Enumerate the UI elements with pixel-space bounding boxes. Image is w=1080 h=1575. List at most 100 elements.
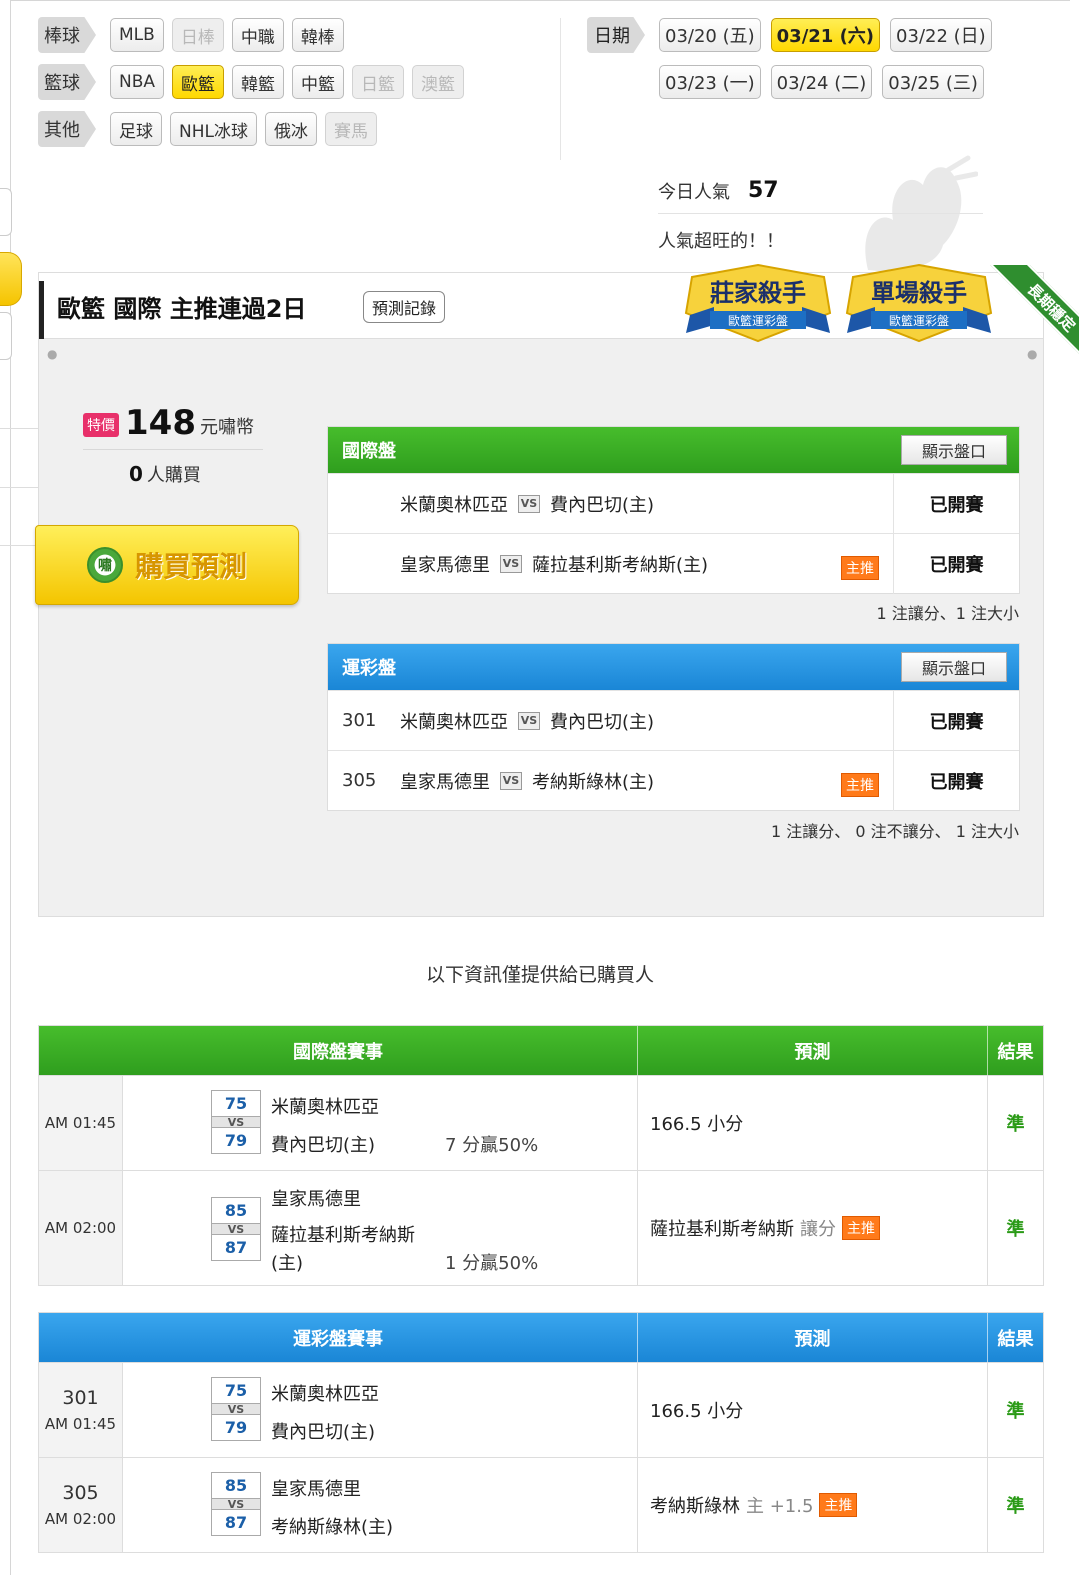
date-button[interactable]: 03/24 (二) [770, 65, 873, 99]
team-away: 皇家馬德里 [400, 554, 490, 576]
category-tag-jbl: 日籃 [352, 65, 405, 99]
date-button[interactable]: 03/23 (一) [659, 65, 761, 99]
col-header-result: 結果 [997, 1328, 1034, 1350]
intl-results-table: 國際盤賽事 預測 結果 AM 01:45 75 VS 79 米蘭奧林匹亞 費內巴… [38, 1025, 1044, 1286]
price-unit: 元嘯幣 [199, 417, 254, 438]
buyers-number: 0 [129, 462, 143, 486]
intl-odds-title: 國際盤 [342, 441, 396, 462]
game-time-text: AM 02:00 [44, 1510, 117, 1528]
win-margin: 7 分贏50% [445, 1135, 539, 1156]
team-away: 米蘭奧林匹亞 [271, 1097, 379, 1118]
category-tag-cba[interactable]: 中籃 [292, 65, 345, 99]
result-cell: 準 [988, 1363, 1043, 1457]
game-status: 已開賽 [893, 533, 1019, 594]
game-time: 305 AM 02:00 [39, 1458, 123, 1552]
team-away: 米蘭奧林匹亞 [400, 711, 508, 733]
game-time-text: AM 01:45 [44, 1114, 117, 1132]
score-box: 85 VS 87 [211, 1197, 261, 1261]
game-time: AM 01:45 [39, 1076, 123, 1170]
col-header-match: 國際盤賽事 [39, 1026, 638, 1075]
team-home-suffix: (主) [271, 1253, 304, 1274]
team-home: 考納斯綠林(主) [271, 1517, 394, 1538]
team-away: 米蘭奧林匹亞 [400, 494, 508, 516]
category-tag-nhl[interactable]: NHL冰球 [170, 112, 257, 146]
price-divider [83, 449, 263, 450]
category-tag-khl[interactable]: 俄冰 [264, 112, 317, 146]
score-home: 79 [224, 1418, 248, 1437]
table-row: 皇家馬德里 VS 薩拉基利斯考納斯(主) 主推 已開賽 [328, 533, 1019, 594]
buy-prediction-button[interactable]: 嘯 購買預測 [35, 525, 299, 605]
lottery-results-header: 運彩盤賽事 預測 結果 [39, 1313, 1043, 1362]
category-tag-euro-basketball[interactable]: 歐籃 [172, 65, 225, 99]
prediction-cell: 薩拉基利斯考納斯 讓分 主推 [638, 1171, 988, 1285]
vs-icon: VS [212, 1116, 260, 1129]
side-divider [0, 428, 40, 429]
score-home: 87 [224, 1238, 248, 1257]
pin-icon: ● [47, 347, 58, 361]
date-picker: 03/20 (五) 03/21 (六) 03/22 (日) 03/23 (一) … [659, 18, 1004, 99]
corner-ribbon: 長期穩定 [967, 265, 1079, 377]
game-status: 已開賽 [893, 750, 1019, 811]
match-teams: 皇家馬德里 VS 考納斯綠林(主) [400, 768, 893, 794]
category-tag-mlb[interactable]: MLB [110, 18, 164, 52]
prediction-record-button[interactable]: 預測記錄 [363, 291, 446, 323]
col-header-prediction: 預測 [638, 1026, 988, 1075]
main-pick-badge: 主推 [842, 1216, 880, 1240]
popularity-message: 人氣超旺的！！ [658, 231, 784, 252]
category-tag-soccer[interactable]: 足球 [110, 112, 162, 146]
buyers-label: 人購買 [146, 465, 201, 486]
lottery-odds-header: 運彩盤 顯示盤口 [328, 644, 1019, 690]
game-status: 已開賽 [893, 690, 1019, 751]
side-divider [0, 545, 40, 546]
score-home: 87 [224, 1513, 248, 1532]
vs-icon: VS [500, 554, 522, 573]
vs-icon: VS [518, 494, 540, 513]
game-number: 305 [62, 1482, 99, 1504]
coin-icon: 嘯 [86, 547, 123, 583]
table-row: 米蘭奧林匹亞 VS 費內巴切(主) 已開賽 [328, 473, 1019, 534]
vs-icon: VS [518, 711, 540, 730]
prediction-text: 166.5 小分 [650, 1401, 744, 1422]
category-tag-kbl[interactable]: 韓籃 [232, 65, 285, 99]
lottery-bet-summary: 1 注讓分、 0 注不讓分、 1 注大小 [771, 822, 1019, 841]
category-tag-cpbl[interactable]: 中職 [231, 18, 284, 52]
intl-bet-summary: 1 注讓分、1 注大小 [876, 604, 1019, 623]
intl-results-header: 國際盤賽事 預測 結果 [39, 1026, 1043, 1075]
badge1-sub: 歐籃運彩盤 [728, 313, 788, 328]
vs-icon: VS [212, 1403, 260, 1416]
result-cell: 準 [988, 1458, 1043, 1552]
popularity-count: 57 [748, 178, 779, 203]
special-price-tag: 特價 [83, 413, 119, 437]
show-odds-button[interactable]: 顯示盤口 [901, 435, 1007, 465]
side-yellow-tab[interactable] [0, 252, 22, 306]
badge2-title: 單場殺手 [871, 279, 967, 307]
date-button[interactable]: 03/22 (日) [890, 18, 992, 52]
buy-prediction-label: 購買預測 [134, 550, 247, 583]
pin-icon: ● [1027, 347, 1038, 361]
date-button[interactable]: 03/20 (五) [659, 18, 761, 52]
frame-top-border [10, 0, 1070, 1]
category-label: 籃球 [38, 64, 96, 100]
main-pick-badge: 主推 [819, 1493, 858, 1517]
match-cell: 85 VS 87 皇家馬德里 考納斯綠林(主) [123, 1458, 638, 1552]
match-teams: 米蘭奧林匹亞 VS 費內巴切(主) [400, 708, 893, 734]
table-row: 305 皇家馬德里 VS 考納斯綠林(主) 主推 已開賽 [328, 750, 1019, 811]
lottery-odds-table: 運彩盤 顯示盤口 301 米蘭奧林匹亞 VS 費內巴切(主) 已開賽 305 皇… [327, 643, 1020, 811]
table-row: 305 AM 02:00 85 VS 87 皇家馬德里 考納斯綠林(主) 考納斯… [39, 1457, 1043, 1552]
date-button[interactable]: 03/25 (三) [882, 65, 984, 99]
category-row-basketball: 籃球 NBA 歐籃 韓籃 中籃 日籃 澳籃 [38, 64, 472, 100]
category-tag-nba[interactable]: NBA [110, 65, 165, 99]
badge2-sub: 歐籃運彩盤 [889, 313, 949, 328]
table-row: AM 02:00 85 VS 87 皇家馬德里 薩拉基利斯考納斯 (主) 1 分… [39, 1170, 1043, 1285]
main-pick-badge: 主推 [841, 556, 879, 580]
category-tag-npb: 日棒 [171, 18, 224, 52]
date-button-selected[interactable]: 03/21 (六) [770, 18, 881, 52]
team-home: 考納斯綠林(主) [532, 771, 655, 793]
badge1-title: 莊家殺手 [710, 279, 806, 307]
category-tag-kbo[interactable]: 韓棒 [291, 18, 344, 52]
show-odds-button[interactable]: 顯示盤口 [901, 652, 1007, 682]
score-away: 85 [224, 1201, 248, 1220]
team-home: 薩拉基利斯考納斯(主) [532, 554, 709, 576]
game-time: AM 02:00 [39, 1171, 123, 1285]
header-divider [560, 18, 561, 160]
